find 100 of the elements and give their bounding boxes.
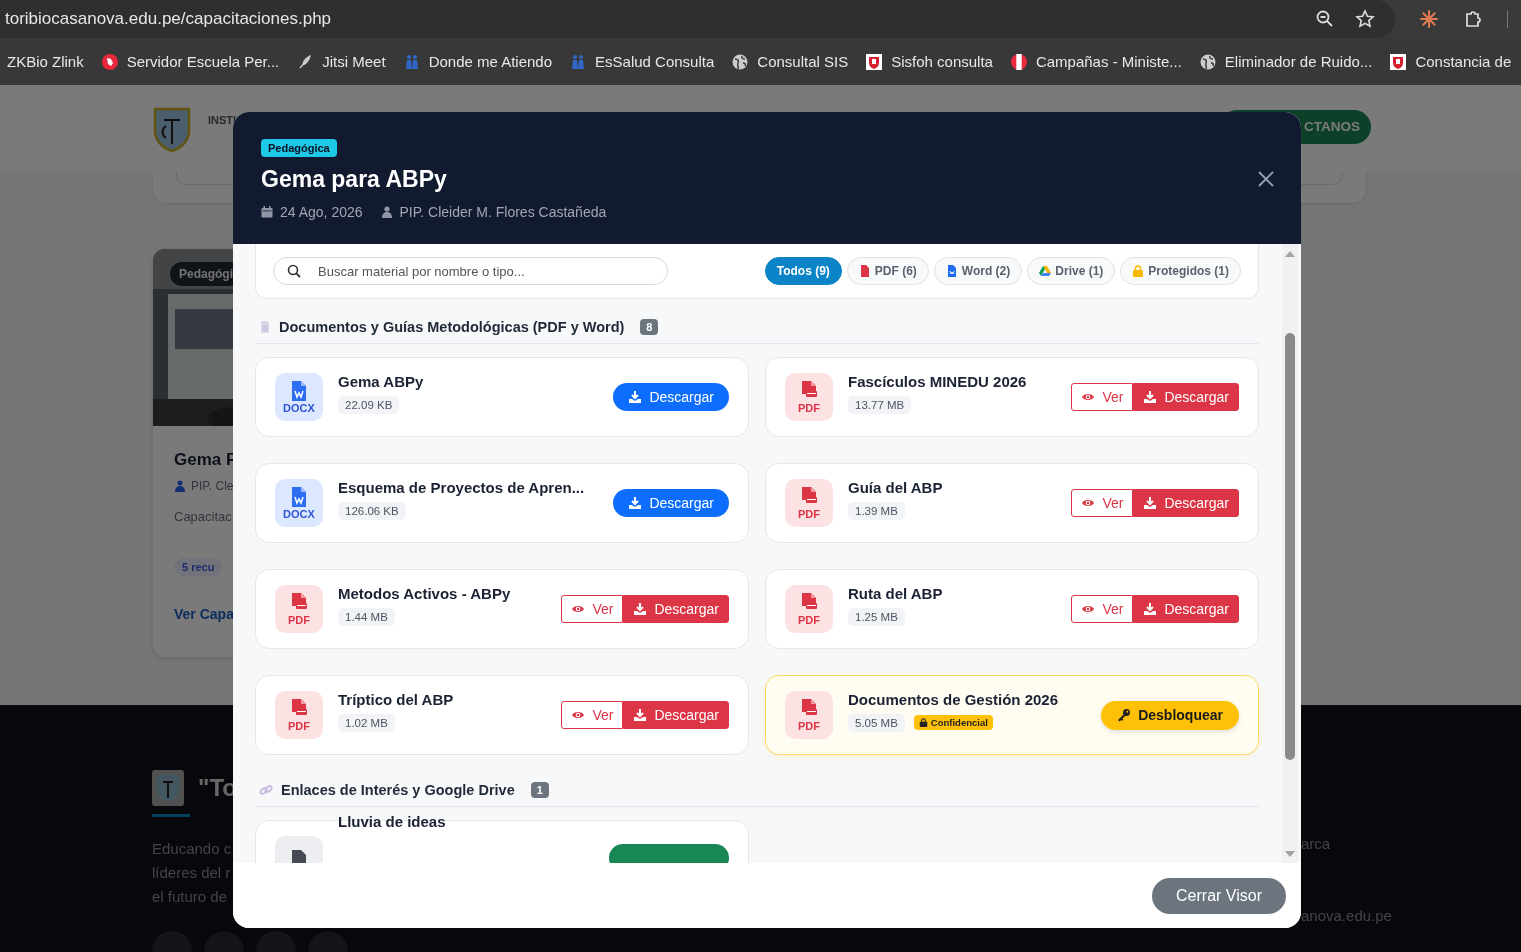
calendar-icon — [261, 206, 273, 218]
section-title: Enlaces de Interés y Google Drive — [281, 782, 515, 798]
bookmark[interactable]: ZKBio Zlink — [7, 53, 84, 70]
bookmark[interactable]: Consultal SIS — [732, 53, 849, 70]
bookmark[interactable]: Campañas - Ministe... — [1010, 53, 1182, 70]
address-bar[interactable]: toribiocasanova.edu.pe/capacitaciones.php — [0, 0, 1395, 38]
modal-title: Gema para ABPy — [261, 166, 448, 193]
bookmark[interactable]: Sisfoh consulta — [866, 53, 993, 70]
download-button[interactable]: Descargar — [1133, 383, 1239, 411]
file-size: 22.09 KB — [338, 395, 400, 414]
file-name: Metodos Activos - ABPy — [338, 584, 512, 602]
download-icon — [628, 496, 643, 510]
file-type-label: PDF — [798, 507, 820, 520]
file-name: Esquema de Proyectos de Apren... — [338, 478, 586, 496]
download-button[interactable]: Descargar — [623, 701, 729, 729]
download-button[interactable]: Descargar — [613, 489, 729, 517]
user-icon — [174, 480, 186, 492]
round-logo-icon — [101, 53, 118, 70]
file-name: Lluvia de ideas — [338, 813, 447, 830]
file-name: Documentos de Gestión 2026 — [848, 690, 1060, 708]
link-icon — [259, 783, 273, 797]
file-type-label: PDF — [288, 613, 310, 626]
search-icon — [287, 264, 301, 278]
word-file-icon — [945, 265, 958, 277]
course-description: Capacitac — [174, 509, 232, 524]
lock-icon — [1132, 265, 1145, 277]
count-badge: 1 — [530, 782, 549, 798]
filter-tab[interactable]: Protegidos (1) — [1120, 257, 1241, 285]
section-title: Documentos y Guías Metodológicas (PDF y Word) — [279, 319, 625, 335]
feather-icon — [297, 53, 314, 70]
filter-tab[interactable]: Word (2) — [933, 257, 1023, 285]
pdf-file-icon — [858, 265, 871, 277]
download-icon — [628, 390, 643, 404]
scrollbar[interactable] — [1282, 244, 1298, 863]
unlock-button[interactable]: Desbloquear — [1101, 700, 1239, 730]
file-name: Ruta del ABP — [848, 584, 944, 602]
file-size: 1.39 MB — [848, 501, 905, 520]
footer-text: Educando c — [152, 839, 232, 859]
download-button[interactable]: Descargar — [1133, 595, 1239, 623]
footer-text: el futuro de — [152, 887, 228, 907]
count-badge: 8 — [640, 319, 659, 335]
bookmark[interactable]: Servidor Escuela Per... — [101, 53, 280, 70]
resources-badge: 5 recu — [174, 558, 223, 576]
search-field[interactable]: Buscar material por nombre o tipo... — [273, 257, 668, 285]
zoom-out-icon[interactable] — [1315, 9, 1335, 29]
file-name: Tríptico del ABP — [338, 690, 455, 708]
file-name: Guía del ABP — [848, 478, 944, 496]
key-icon — [1117, 708, 1132, 722]
bookmark[interactable]: Jitsi Meet — [297, 53, 386, 70]
bookmark[interactable]: Eliminador de Ruido... — [1199, 53, 1373, 70]
bookmark[interactable]: Constancia de — [1390, 53, 1512, 70]
people-icon — [403, 53, 420, 70]
file-size: 1.02 MB — [338, 713, 395, 732]
crest-logo — [152, 105, 192, 152]
crest-icon — [1390, 53, 1407, 70]
file-type-label: DOCX — [283, 401, 315, 414]
download-button[interactable]: Descargar — [623, 595, 729, 623]
filter-tab[interactable]: PDF (6) — [846, 257, 929, 285]
download-icon — [1143, 496, 1158, 510]
flag-icon — [1010, 53, 1027, 70]
date-text: 24 Ago, 2026 — [280, 204, 363, 220]
bookmark[interactable]: EsSalud Consulta — [570, 53, 715, 70]
file-type-label: PDF — [798, 401, 820, 414]
category-badge: Pedagógica — [261, 139, 337, 157]
close-button[interactable]: Cerrar Visor — [1152, 877, 1286, 914]
globe-icon — [732, 53, 749, 70]
filter-tab[interactable]: Drive (1) — [1027, 257, 1116, 285]
word-file-icon — [291, 380, 307, 401]
globe-icon — [1199, 53, 1216, 70]
download-icon — [633, 708, 648, 722]
course-link[interactable]: Ver Capa — [174, 606, 234, 622]
view-button[interactable]: Ver — [1071, 595, 1134, 623]
bookmark[interactable]: Donde me Atiendo — [403, 53, 553, 70]
file-type-label: DOCX — [283, 507, 315, 520]
file-size: 126.06 KB — [338, 501, 406, 520]
word-file-icon — [291, 486, 307, 507]
file-type-label: PDF — [288, 719, 310, 732]
view-button[interactable]: Ver — [561, 595, 624, 623]
view-button[interactable]: Ver — [561, 701, 624, 729]
download-button[interactable]: Descargar — [1133, 489, 1239, 517]
footer-text: arca — [1301, 835, 1331, 852]
author-text: PIP. Cle — [191, 479, 234, 493]
document-icon — [259, 321, 271, 333]
star-icon[interactable] — [1355, 9, 1375, 29]
close-icon[interactable] — [1258, 171, 1274, 187]
user-icon — [380, 206, 393, 218]
file-name: Gema ABPy — [338, 372, 425, 390]
lock-icon — [918, 718, 928, 727]
file-size: 13.77 MB — [848, 395, 912, 414]
file-size: 1.44 MB — [338, 607, 395, 626]
people-icon — [570, 53, 587, 70]
view-button[interactable]: Ver — [1071, 489, 1134, 517]
file-size: 1.25 MB — [848, 607, 905, 626]
view-button[interactable]: Ver — [1071, 383, 1134, 411]
author-text: PIP. Cleider M. Flores Castañeda — [399, 204, 607, 220]
puzzle-icon[interactable] — [1463, 9, 1483, 29]
starburst-icon[interactable] — [1419, 9, 1439, 29]
download-icon — [633, 602, 648, 616]
filter-tab[interactable]: Todos (9) — [764, 257, 842, 285]
download-button[interactable]: Descargar — [613, 383, 729, 411]
